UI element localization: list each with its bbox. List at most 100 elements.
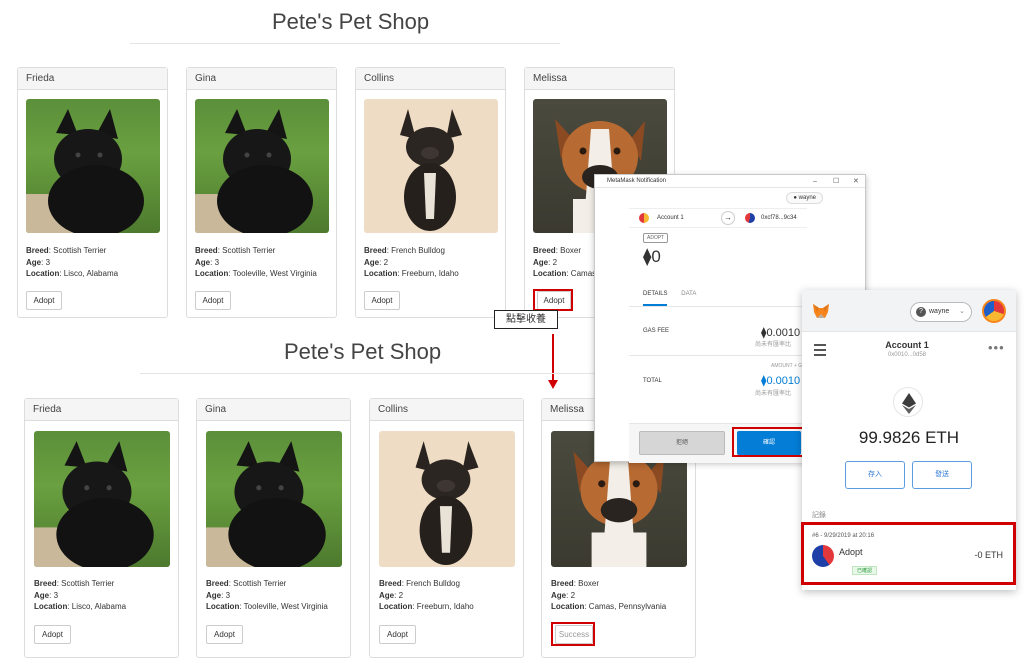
transaction-icon (812, 545, 834, 567)
terrier-photo (26, 99, 160, 233)
pet-age: 2 (398, 590, 404, 600)
pet-location: Camas, Pennsylvania (588, 602, 667, 611)
deposit-button[interactable]: 存入 (845, 461, 905, 489)
adopt-button[interactable]: Adopt (195, 291, 231, 310)
gas-fee-rate: 尚未有匯率比 (755, 342, 792, 348)
method-tag: ADOPT (643, 233, 669, 243)
highlight-success-button (551, 622, 595, 646)
adopt-button[interactable]: Adopt (379, 625, 416, 644)
send-button[interactable]: 發送 (912, 461, 972, 489)
reject-button[interactable]: 拒絕 (639, 431, 725, 455)
location-label: Location (364, 269, 398, 278)
pet-breed: French Bulldog (406, 579, 460, 588)
bulldog-photo (364, 99, 498, 233)
pet-age: 3 (53, 590, 59, 600)
tab-data[interactable]: DATA (681, 291, 696, 297)
pet-info: Breed: French Bulldog Age: 2 Location: F… (379, 579, 474, 611)
history-label: 記錄 (812, 512, 826, 519)
age-label: Age (195, 257, 211, 267)
status-badge: 已確認 (852, 566, 878, 575)
maximize-icon[interactable]: ☐ (833, 175, 839, 188)
close-icon[interactable]: ✕ (853, 175, 859, 188)
age-label: Age (206, 590, 222, 600)
pet-card-gina: Gina Breed: Scottish Terrier Age: 3 Loca… (196, 398, 351, 658)
hamburger-menu-icon[interactable] (814, 344, 826, 359)
window-title: MetaMask Notification (607, 178, 667, 184)
window-titlebar: MetaMask Notification – ☐ ✕ (595, 175, 865, 188)
pet-age: 2 (383, 257, 389, 267)
chevron-down-icon: ⌄ (959, 308, 965, 315)
tab-details[interactable]: DETAILS (643, 291, 668, 297)
pet-info: Breed: Scottish Terrier Age: 3 Location:… (195, 246, 317, 278)
adopt-button[interactable]: Adopt (26, 291, 62, 310)
pet-location: Lisco, Alabama (63, 269, 119, 278)
pet-age: 3 (225, 590, 231, 600)
arrow-line (552, 334, 554, 382)
breed-label: Breed (26, 246, 49, 255)
to-address: 0xcf78...9c34 (761, 215, 797, 221)
adopt-button[interactable]: Adopt (364, 291, 400, 310)
account-address[interactable]: 0x0010...0d58 (862, 352, 952, 358)
pet-breed: French Bulldog (391, 246, 445, 255)
terrier-photo (34, 431, 170, 567)
pet-location: Tooleville, West Virginia (243, 602, 328, 611)
terrier-photo (195, 99, 329, 233)
pet-name: Collins (356, 68, 505, 90)
total-value: ⧫0.0010 (761, 375, 801, 387)
title-divider-top (130, 43, 560, 44)
pet-name: Gina (197, 399, 350, 421)
gas-fee-label: GAS FEE (643, 328, 670, 334)
arrow-right-icon: → (721, 211, 735, 225)
minimize-icon[interactable]: – (813, 175, 817, 188)
pet-name: Gina (187, 68, 336, 90)
pet-location: Tooleville, West Virginia (232, 269, 317, 278)
pet-card-frieda: Frieda Breed: Scottish Terrier Age: 3 Lo… (24, 398, 179, 658)
transaction-item[interactable]: #6 - 9/29/2019 at 20:16 Adopt 已確認 -0 ETH (801, 522, 1016, 585)
account-row: Account 1 → 0xcf78...9c34 (629, 208, 807, 228)
network-name: wayne (798, 195, 816, 201)
age-label: Age (364, 257, 380, 267)
more-options-icon[interactable]: ••• (988, 340, 1005, 355)
highlight-adopt-button (533, 289, 573, 311)
adopt-button[interactable]: Adopt (34, 625, 71, 644)
age-label: Age (533, 257, 549, 267)
highlight-confirm-button (732, 427, 804, 457)
network-selector[interactable]: ? wayne ⌄ (910, 302, 972, 322)
gas-fee-amount: 0.0010 (766, 327, 801, 339)
pet-info: Breed: Scottish Terrier Age: 3 Location:… (34, 579, 127, 611)
transaction-meta: #6 - 9/29/2019 at 20:16 (812, 533, 875, 539)
network-name: wayne (929, 308, 950, 315)
adopt-button[interactable]: Adopt (206, 625, 243, 644)
divider (629, 355, 807, 356)
page-title-bottom: Pete's Pet Shop (284, 339, 442, 364)
pet-name: Collins (370, 399, 523, 421)
pet-location: Freeburn, Idaho (401, 269, 459, 278)
title-divider-bottom (140, 373, 600, 374)
total-rate: 尚未有匯率比 (755, 391, 792, 397)
pet-breed: Scottish Terrier (61, 579, 115, 588)
network-pill[interactable]: ● wayne (786, 192, 823, 204)
pet-card-frieda: Frieda Breed: Scottish Terrier Age: 3 Lo… (17, 67, 168, 318)
pet-location: Lisco, Alabama (71, 602, 127, 611)
pet-breed: Scottish Terrier (53, 246, 107, 255)
breed-label: Breed (533, 246, 556, 255)
recipient-avatar (745, 213, 755, 223)
location-label: Location (551, 602, 585, 611)
bulldog-photo (379, 431, 515, 567)
eth-balance: 99.9826 ETH (858, 428, 960, 447)
arrow-down-icon (548, 380, 558, 389)
page-title-top: Pete's Pet Shop (272, 9, 430, 34)
pet-breed: Boxer (578, 579, 600, 588)
pet-age: 2 (552, 257, 558, 267)
pet-card-gina: Gina Breed: Scottish Terrier Age: 3 Loca… (186, 67, 337, 318)
breed-label: Breed (206, 579, 229, 588)
age-label: Age (379, 590, 395, 600)
tab-bar: DETAILS DATA (643, 291, 696, 297)
account-avatar (639, 213, 649, 223)
account-identicon[interactable] (982, 299, 1006, 323)
pet-info: Breed: Scottish Terrier Age: 3 Location:… (26, 246, 119, 278)
pet-breed: Scottish Terrier (222, 246, 276, 255)
pet-card-collins: Collins Breed: French Bulldog Age: 2 Loc… (369, 398, 524, 658)
pet-name: Frieda (25, 399, 178, 421)
account-name[interactable]: Account 1 (862, 340, 952, 350)
